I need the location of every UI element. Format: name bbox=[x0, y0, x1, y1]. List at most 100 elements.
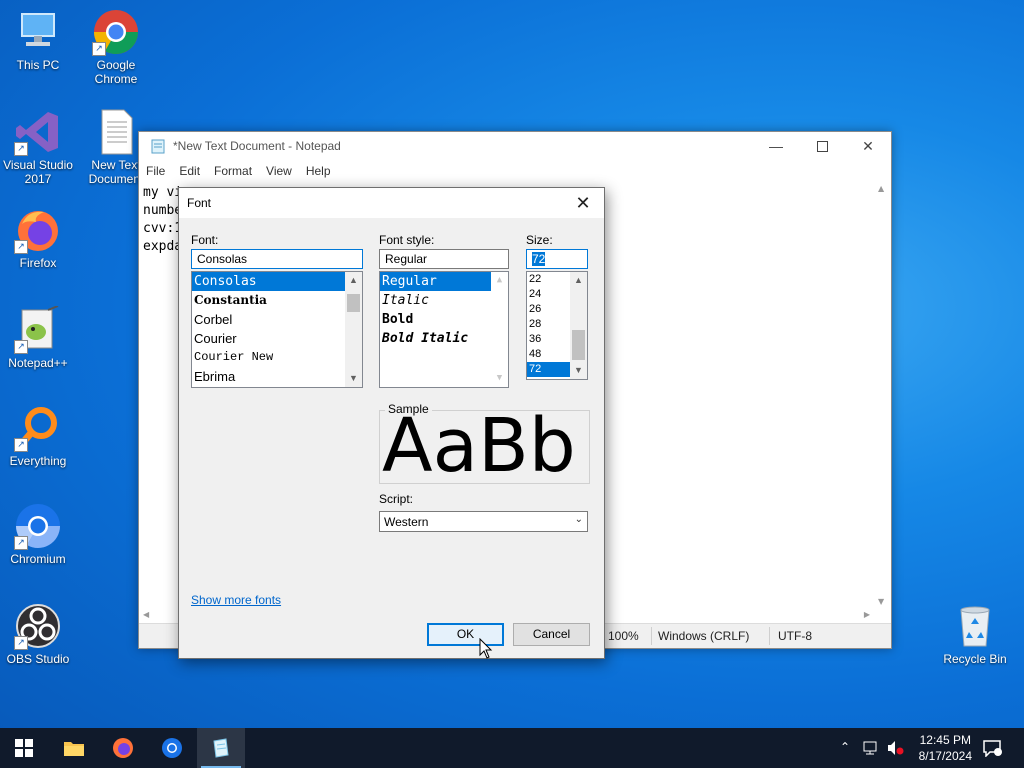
scroll-up-icon[interactable]: ▲ bbox=[570, 272, 587, 289]
menu-edit[interactable]: Edit bbox=[172, 164, 207, 178]
scroll-up-icon[interactable]: ▲ bbox=[878, 184, 884, 193]
shortcut-arrow-icon: ↗ bbox=[14, 340, 28, 354]
windows-logo-icon bbox=[15, 739, 33, 757]
font-list-item[interactable]: Consolas bbox=[192, 272, 345, 291]
show-more-fonts-link[interactable]: Show more fonts bbox=[191, 593, 281, 607]
start-button[interactable] bbox=[0, 728, 48, 768]
scroll-right-icon[interactable]: ▶ bbox=[864, 610, 870, 619]
notepad-icon bbox=[213, 738, 229, 758]
desktop-icon-recycle-bin[interactable]: Recycle Bin bbox=[938, 602, 1012, 666]
font-list-item[interactable]: Courier New bbox=[192, 348, 362, 367]
cancel-button[interactable]: Cancel bbox=[513, 623, 590, 646]
desktop-icon-visual-studio[interactable]: ↗ Visual Studio 2017 bbox=[2, 108, 74, 186]
chromium-icon bbox=[162, 738, 182, 758]
notepad-plus-plus-icon: ↗ bbox=[14, 305, 62, 354]
firefox-icon bbox=[113, 738, 133, 758]
font-dialog[interactable]: Font ✕ Font: Consolas Consolas Constanti… bbox=[178, 187, 605, 659]
close-icon: ✕ bbox=[575, 193, 591, 213]
font-style-scrollbar[interactable]: ▲ ▼ bbox=[491, 272, 508, 387]
font-style-item[interactable]: Bold bbox=[380, 310, 508, 329]
font-style-item[interactable]: Regular bbox=[380, 272, 491, 291]
script-value: Western bbox=[384, 515, 429, 529]
notification-center-icon[interactable] bbox=[982, 739, 1002, 757]
scroll-thumb[interactable] bbox=[347, 294, 360, 312]
menu-view[interactable]: View bbox=[259, 164, 299, 178]
desktop-icon-label: Google Chrome bbox=[94, 58, 138, 86]
desktop-icon-google-chrome[interactable]: ↗ Google Chrome bbox=[80, 8, 152, 86]
script-label: Script: bbox=[379, 492, 414, 506]
taskbar-firefox[interactable] bbox=[99, 728, 147, 768]
sample-label: Sample bbox=[385, 402, 432, 416]
notepad-icon bbox=[151, 139, 165, 154]
font-list-scrollbar[interactable]: ▲ ▼ bbox=[345, 272, 362, 387]
desktop-icon-notepad-plus-plus[interactable]: ↗ Notepad++ bbox=[2, 305, 74, 370]
desktop-icon-everything[interactable]: ↗ Everything bbox=[2, 404, 74, 468]
scroll-down-icon[interactable]: ▼ bbox=[570, 362, 587, 379]
scroll-up-icon[interactable]: ▲ bbox=[491, 272, 508, 289]
clock-date: 8/17/2024 bbox=[918, 749, 972, 763]
font-list-item[interactable]: Constantia bbox=[192, 291, 362, 310]
menu-format[interactable]: Format bbox=[207, 164, 259, 178]
font-style-item[interactable]: Bold Italic bbox=[380, 329, 508, 348]
font-size-list[interactable]: 22 24 26 28 36 48 72 ▲ ▼ bbox=[526, 271, 588, 380]
font-size-value: 72 bbox=[532, 252, 546, 266]
desktop-icon-chromium[interactable]: ↗ Chromium bbox=[2, 502, 74, 566]
menu-help[interactable]: Help bbox=[299, 164, 338, 178]
taskbar-notepad[interactable] bbox=[197, 728, 245, 768]
font-style-item[interactable]: Italic bbox=[380, 291, 508, 310]
network-icon[interactable] bbox=[862, 740, 880, 756]
font-list-item[interactable]: Courier bbox=[192, 329, 362, 348]
close-button[interactable]: ✕ bbox=[845, 132, 891, 160]
chromium-icon: ↗ bbox=[14, 502, 62, 550]
font-name-input[interactable]: Consolas bbox=[191, 249, 363, 269]
desktop-icon-label: This PC bbox=[16, 58, 60, 72]
taskbar-file-explorer[interactable] bbox=[50, 728, 98, 768]
script-select[interactable]: Western ⌄ bbox=[379, 511, 588, 532]
desktop-icon-label: Chromium bbox=[10, 552, 66, 566]
desktop-icon-label: OBS Studio bbox=[6, 652, 70, 666]
maximize-button[interactable] bbox=[799, 132, 845, 160]
recycle-bin-icon bbox=[951, 602, 999, 650]
desktop-icon-this-pc[interactable]: This PC bbox=[2, 8, 74, 72]
desktop-icon-obs-studio[interactable]: ↗ OBS Studio bbox=[2, 602, 74, 666]
font-size-input[interactable]: 72 bbox=[526, 249, 588, 269]
size-label: Size: bbox=[526, 233, 553, 247]
scroll-thumb[interactable] bbox=[572, 330, 585, 360]
scroll-down-icon[interactable]: ▼ bbox=[878, 597, 884, 606]
shortcut-arrow-icon: ↗ bbox=[14, 240, 28, 254]
volume-muted-icon[interactable] bbox=[886, 740, 904, 756]
menu-file[interactable]: File bbox=[139, 164, 172, 178]
font-dialog-title-bar[interactable]: Font ✕ bbox=[179, 188, 604, 218]
dialog-close-button[interactable]: ✕ bbox=[568, 191, 598, 215]
desktop-icon-label: Firefox bbox=[19, 256, 57, 270]
show-hidden-icons-chevron[interactable]: ⌃ bbox=[840, 740, 850, 754]
font-sample-text: AaBb bbox=[382, 410, 576, 484]
font-list[interactable]: Consolas Constantia Corbel Courier Couri… bbox=[191, 271, 363, 388]
scroll-down-icon[interactable]: ▼ bbox=[345, 370, 362, 387]
scroll-left-icon[interactable]: ◀ bbox=[143, 610, 149, 619]
firefox-icon: ↗ bbox=[14, 206, 62, 254]
taskbar-chromium[interactable] bbox=[148, 728, 196, 768]
taskbar-clock[interactable]: 12:45 PM 8/17/2024 bbox=[919, 732, 972, 764]
desktop-icon-firefox[interactable]: ↗ Firefox bbox=[2, 206, 74, 270]
font-size-item[interactable]: 72 bbox=[527, 362, 570, 377]
shortcut-arrow-icon: ↗ bbox=[14, 142, 28, 156]
scroll-down-icon[interactable]: ▼ bbox=[491, 370, 508, 387]
font-list-item[interactable]: Corbel bbox=[192, 310, 362, 329]
font-style-input[interactable]: Regular bbox=[379, 249, 509, 269]
obs-icon: ↗ bbox=[14, 602, 62, 650]
status-line-ending: Windows (CRLF) bbox=[658, 629, 750, 643]
font-sample-box: AaBb bbox=[379, 410, 590, 484]
chevron-down-icon: ⌄ bbox=[574, 514, 583, 525]
font-list-item[interactable]: Ebrima bbox=[192, 367, 362, 386]
minimize-button[interactable]: — bbox=[753, 132, 799, 160]
notepad-title-bar[interactable]: *New Text Document - Notepad — ✕ bbox=[139, 132, 891, 160]
close-icon: ✕ bbox=[862, 137, 874, 154]
font-size-scrollbar[interactable]: ▲ ▼ bbox=[570, 272, 587, 379]
shortcut-arrow-icon: ↗ bbox=[14, 536, 28, 550]
desktop-icon-label: Recycle Bin bbox=[943, 652, 1007, 666]
scroll-up-icon[interactable]: ▲ bbox=[345, 272, 362, 289]
notepad-vertical-scrollbar[interactable]: ▲ ▼ bbox=[874, 182, 891, 608]
clock-time: 12:45 PM bbox=[919, 733, 971, 747]
font-style-list[interactable]: Regular Italic Bold Bold Italic ▲ ▼ bbox=[379, 271, 509, 388]
